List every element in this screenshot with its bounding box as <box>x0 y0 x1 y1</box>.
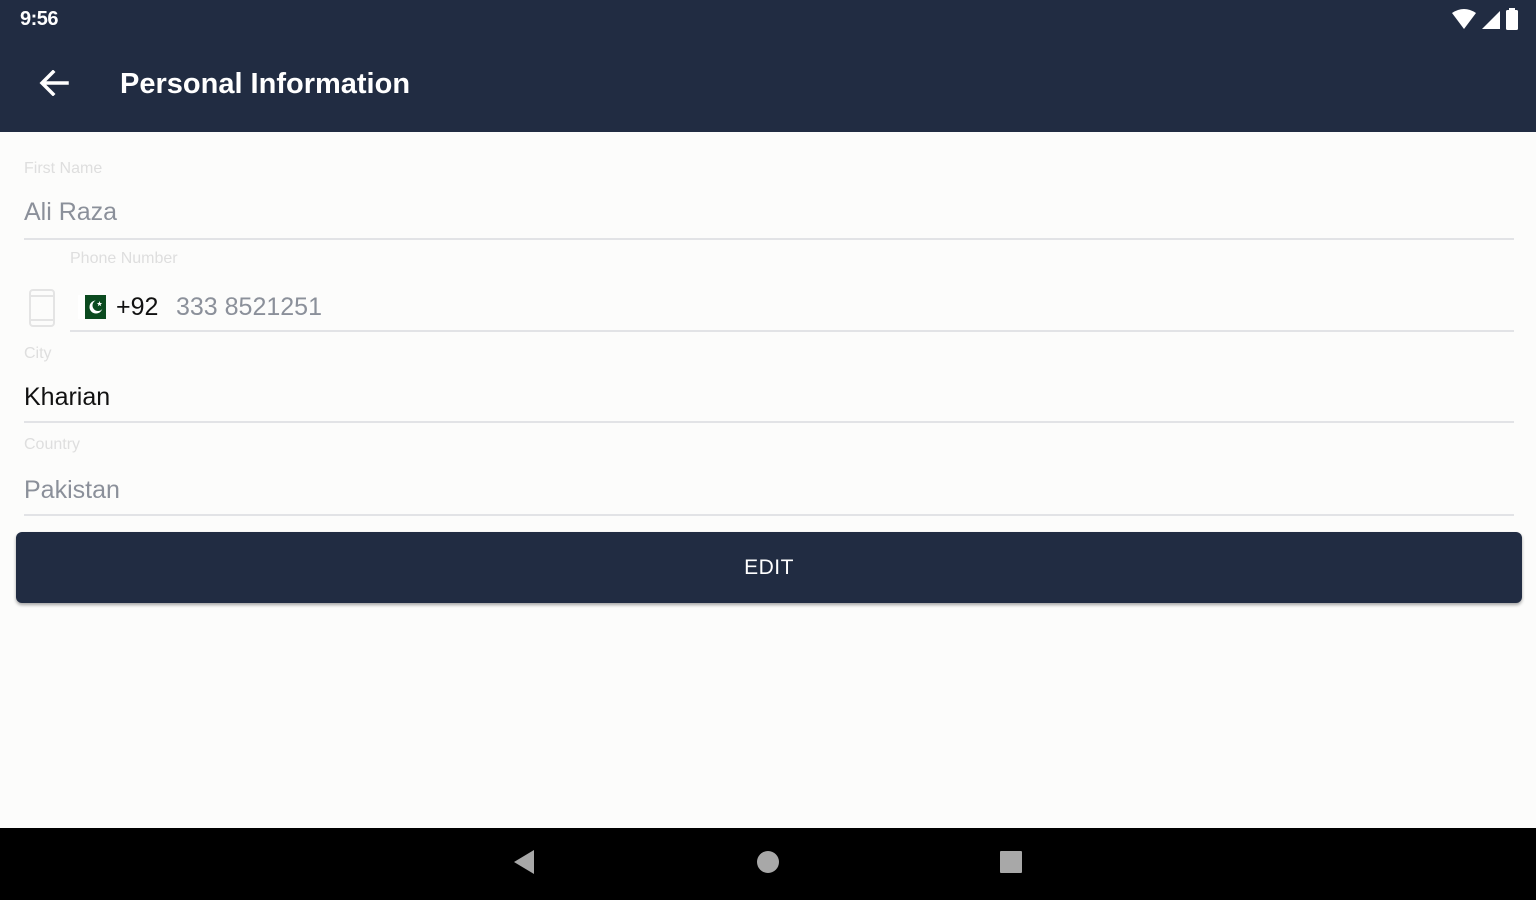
country-value[interactable]: Pakistan <box>24 476 120 505</box>
nav-back-button[interactable] <box>504 846 544 882</box>
nav-recents-button[interactable] <box>991 846 1031 882</box>
back-button[interactable] <box>22 60 86 110</box>
phone-number-value[interactable]: 333 8521251 <box>176 293 322 322</box>
system-nav-bar <box>0 828 1536 900</box>
city-value[interactable]: Kharian <box>24 383 110 412</box>
phone-label: Phone Number <box>70 250 178 267</box>
recents-square-icon <box>999 850 1023 879</box>
pakistan-flag-icon[interactable] <box>78 295 106 319</box>
wifi-icon <box>1452 9 1476 29</box>
first-name-value[interactable]: Ali Raza <box>24 198 117 227</box>
edit-button[interactable]: EDIT <box>16 532 1522 603</box>
edit-button-label: EDIT <box>744 555 794 579</box>
first-name-label: First Name <box>24 160 103 177</box>
country-code[interactable]: +92 <box>116 293 158 322</box>
home-circle-icon <box>756 850 780 879</box>
country-label: Country <box>24 436 81 453</box>
cell-signal-icon <box>1482 9 1500 29</box>
status-bar: 9:56 <box>0 0 1536 38</box>
status-time: 9:56 <box>20 8 59 30</box>
phone-underline <box>70 330 1514 332</box>
nav-home-button[interactable] <box>748 846 788 882</box>
battery-icon <box>1506 8 1518 30</box>
arrow-left-icon <box>39 69 69 101</box>
city-underline <box>24 421 1514 423</box>
city-label: City <box>24 345 52 362</box>
first-name-underline <box>24 238 1514 240</box>
country-underline <box>24 514 1514 516</box>
page-title: Personal Information <box>120 68 411 100</box>
mobile-phone-icon <box>28 288 56 328</box>
app-bar: Personal Information <box>0 38 1536 132</box>
back-triangle-icon <box>512 849 536 880</box>
status-icons <box>1452 8 1518 30</box>
